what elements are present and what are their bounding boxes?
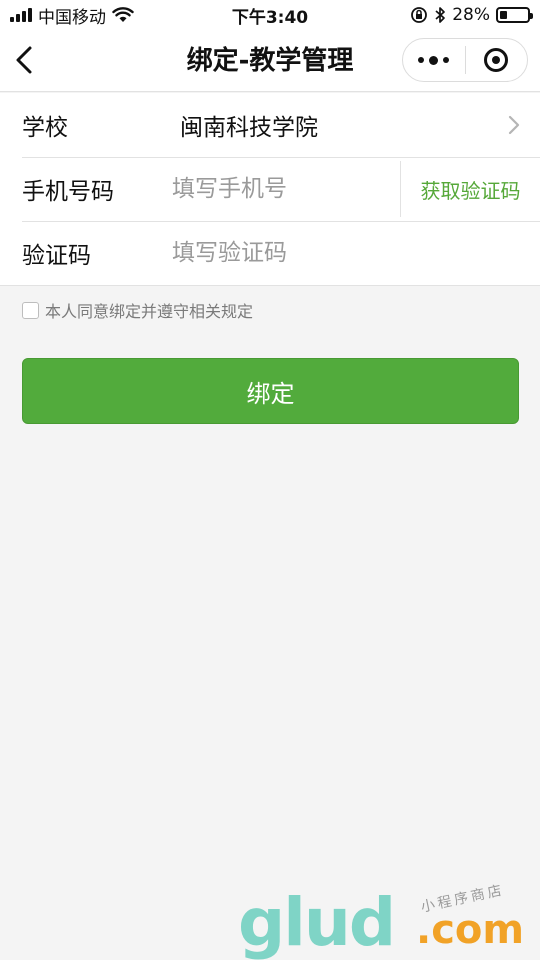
battery-percent: 28% <box>452 5 490 25</box>
bind-form: 学校 闽南科技学院 手机号码 获取验证码 验证码 <box>0 93 540 286</box>
code-input[interactable] <box>172 233 392 273</box>
battery-fill <box>500 11 508 19</box>
get-code-button[interactable]: 获取验证码 <box>400 161 540 217</box>
status-left: 中国移动 <box>10 3 134 28</box>
carrier-label: 中国移动 <box>38 7 106 28</box>
orientation-lock-icon <box>411 7 428 23</box>
agreement-text: 本人同意绑定并遵守相关规定 <box>45 302 254 321</box>
code-label: 验证码 <box>22 243 91 269</box>
watermark-logo: glud .com 小程序商店 <box>238 882 538 960</box>
school-label: 学校 <box>22 115 68 141</box>
more-button[interactable] <box>403 39 465 81</box>
back-button[interactable] <box>10 42 40 78</box>
bluetooth-icon <box>435 7 446 23</box>
nav-bar: 绑定-教学管理 <box>0 30 540 92</box>
school-value: 闽南科技学院 <box>180 115 318 141</box>
phone-row: 手机号码 获取验证码 <box>0 157 540 221</box>
back-arrow-icon <box>16 46 32 74</box>
watermark-text: glud <box>238 884 396 960</box>
close-button[interactable] <box>466 39 528 81</box>
code-row: 验证码 <box>0 221 540 285</box>
phone-label: 手机号码 <box>22 179 114 205</box>
bind-button[interactable]: 绑定 <box>22 358 519 424</box>
close-target-icon <box>484 48 509 72</box>
signal-icon <box>10 8 32 22</box>
battery-icon <box>496 7 533 23</box>
menu-capsule <box>402 38 528 82</box>
agreement: 本人同意绑定并遵守相关规定 <box>22 298 253 322</box>
wifi-icon <box>112 7 134 22</box>
status-bar: 中国移动 下午3:40 28% <box>0 0 540 30</box>
chevron-right-icon <box>508 115 520 135</box>
agreement-checkbox[interactable] <box>22 301 39 319</box>
more-dots-icon <box>418 55 450 65</box>
phone-input[interactable] <box>172 169 392 209</box>
status-right: 28% <box>410 5 533 25</box>
school-row[interactable]: 学校 闽南科技学院 <box>0 93 540 157</box>
